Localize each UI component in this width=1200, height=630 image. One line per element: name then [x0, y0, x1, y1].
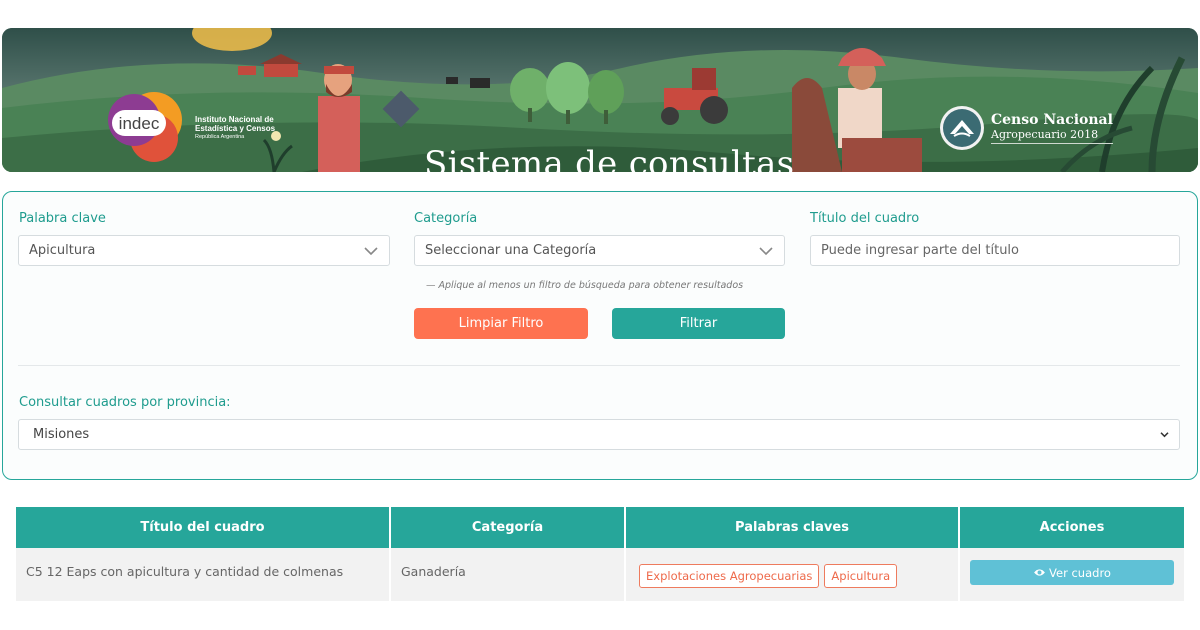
- province-select-value: Misiones: [33, 427, 90, 442]
- province-label: Consultar cuadros por provincia:: [19, 395, 231, 410]
- category-select[interactable]: Seleccionar una Categoría: [414, 235, 785, 266]
- indec-line3: República Argentina: [195, 134, 245, 140]
- keyword-label: Palabra clave: [19, 211, 106, 226]
- row-actions: Ver cuadro: [960, 548, 1184, 601]
- header-banner: indec Instituto Nacional de Estadística …: [2, 28, 1198, 172]
- keyword-tag[interactable]: Apicultura: [824, 564, 898, 588]
- row-title: C5 12 Eaps con apicultura y cantidad de …: [16, 548, 391, 601]
- indec-line2: Estadística y Censos: [195, 123, 276, 133]
- category-label: Categoría: [414, 211, 478, 226]
- clear-filter-button[interactable]: Limpiar Filtro: [414, 308, 588, 339]
- view-table-label: Ver cuadro: [1049, 565, 1111, 580]
- column-header-actions: Acciones: [960, 507, 1184, 548]
- indec-institution-text: Instituto Nacional de Estadística y Cens…: [195, 115, 276, 142]
- category-select-value: Seleccionar una Categoría: [425, 243, 597, 258]
- title-field-label: Título del cuadro: [810, 211, 920, 226]
- chevron-down-icon: [759, 246, 773, 255]
- censo-logo: Censo Nacional Agropecuario 2018: [940, 106, 1113, 150]
- panel-divider: [18, 365, 1180, 366]
- keyword-select[interactable]: Apicultura: [18, 235, 390, 266]
- indec-logo-text: indec: [119, 114, 160, 133]
- censo-emblem-icon: [940, 106, 984, 150]
- table-row: C5 12 Eaps con apicultura y cantidad de …: [16, 548, 1184, 601]
- column-header-keywords: Palabras claves: [626, 507, 960, 548]
- view-table-button[interactable]: Ver cuadro: [970, 560, 1174, 585]
- censo-subtitle: Agropecuario 2018: [991, 128, 1113, 144]
- column-header-title: Título del cuadro: [16, 507, 391, 548]
- title-search-input[interactable]: Puede ingresar parte del título: [810, 235, 1180, 266]
- chevron-down-icon: [1160, 432, 1169, 438]
- row-keywords: Explotaciones Agropecuarias Apicultura: [626, 548, 960, 601]
- filter-button[interactable]: Filtrar: [612, 308, 785, 339]
- title-search-placeholder: Puede ingresar parte del título: [821, 243, 1020, 258]
- column-header-category: Categoría: [391, 507, 626, 548]
- indec-logo: indec: [106, 90, 184, 164]
- page-title: Sistema de consultas: [424, 144, 795, 172]
- eye-icon: [1034, 569, 1045, 576]
- censo-title: Censo Nacional: [991, 112, 1113, 128]
- row-category: Ganadería: [391, 548, 626, 601]
- keyword-tag[interactable]: Explotaciones Agropecuarias: [639, 564, 820, 588]
- province-select[interactable]: Misiones: [18, 419, 1180, 450]
- filter-hint: — Aplique al menos un filtro de búsqueda…: [426, 280, 744, 291]
- chevron-down-icon: [364, 246, 378, 255]
- table-header: Título del cuadro Categoría Palabras cla…: [16, 507, 1184, 548]
- keyword-select-value: Apicultura: [29, 243, 96, 258]
- results-table: Título del cuadro Categoría Palabras cla…: [16, 507, 1184, 601]
